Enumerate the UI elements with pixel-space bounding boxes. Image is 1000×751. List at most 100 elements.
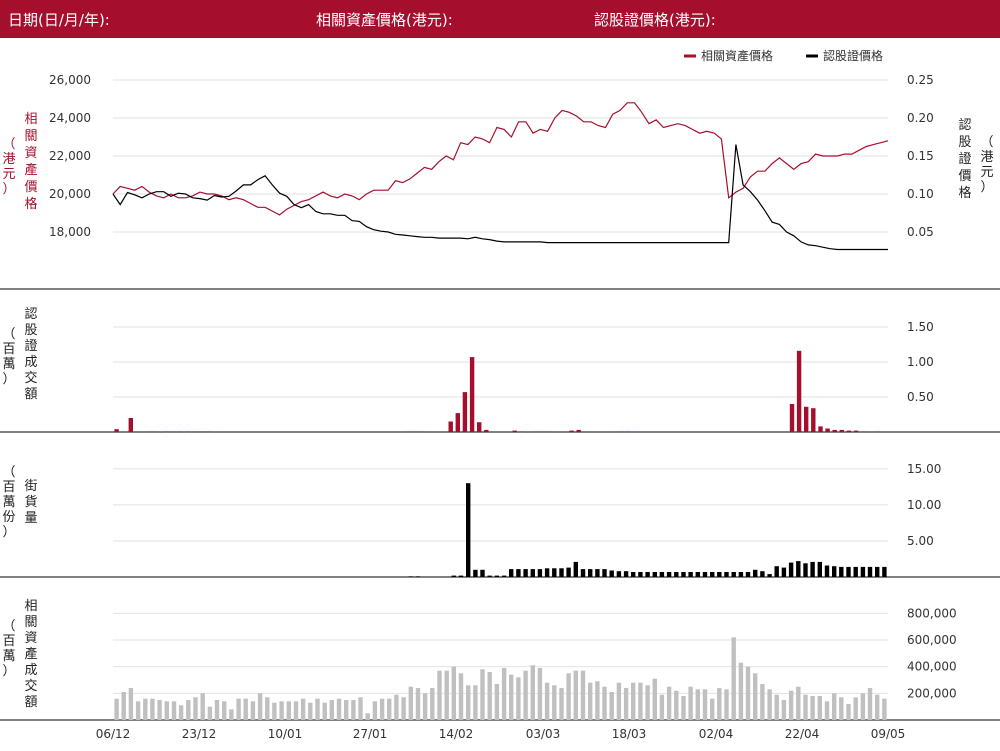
bar <box>279 701 284 720</box>
bar <box>516 677 521 720</box>
bar <box>839 697 844 720</box>
bar <box>236 698 241 720</box>
bar <box>178 705 184 720</box>
bar <box>494 684 500 720</box>
bar <box>616 571 622 577</box>
bar <box>222 701 227 720</box>
bar <box>702 689 708 720</box>
y-tick-label: 1.50 <box>907 320 934 334</box>
bar <box>804 406 809 432</box>
bar <box>681 572 686 577</box>
bar <box>544 682 550 720</box>
bar <box>882 566 887 577</box>
bar <box>796 561 801 577</box>
bar <box>300 698 306 720</box>
y-right-tick-label: 0.15 <box>907 149 934 163</box>
bar <box>344 700 349 720</box>
bar <box>817 696 822 720</box>
bar <box>875 694 880 720</box>
bar <box>602 686 607 720</box>
bar <box>688 572 693 577</box>
bar <box>487 575 492 577</box>
y-tick-label: 800,000 <box>907 606 957 620</box>
bar <box>171 701 177 720</box>
bar <box>631 682 636 720</box>
underlying-price-label: 相關資產價格(港元): <box>316 11 453 29</box>
bar <box>480 569 485 577</box>
y-tick-label: 400,000 <box>907 660 957 674</box>
bar <box>796 686 801 720</box>
y-tick-label: 600,000 <box>907 633 957 647</box>
bar <box>509 674 514 720</box>
bar <box>803 694 808 720</box>
legend-underlying-label: 相關資產價格 <box>701 48 773 63</box>
bar <box>430 688 435 720</box>
bar <box>448 421 453 432</box>
bar <box>523 569 528 577</box>
bar <box>666 572 672 577</box>
bar <box>731 637 736 720</box>
bar <box>437 670 442 720</box>
bar <box>114 429 119 432</box>
bar <box>710 698 715 720</box>
bar <box>462 392 468 432</box>
bar <box>616 682 622 720</box>
warrant-price-line <box>112 144 888 251</box>
bar <box>875 566 880 577</box>
bar <box>548 431 553 433</box>
y-tick-label: 5.00 <box>907 534 934 548</box>
bar <box>738 662 744 720</box>
bar <box>466 685 471 720</box>
bar <box>623 688 629 720</box>
y-axis-unit: （百萬） <box>2 327 15 387</box>
x-tick-label: 22/04 <box>785 727 820 741</box>
bar <box>810 696 815 720</box>
bar <box>128 418 133 432</box>
bar <box>150 698 155 720</box>
bar <box>451 575 456 577</box>
bar <box>336 698 342 720</box>
bar <box>724 572 729 577</box>
bar <box>164 431 169 433</box>
bar <box>745 572 751 577</box>
bar <box>767 574 772 577</box>
bar <box>206 431 212 433</box>
bar <box>767 689 772 720</box>
bar <box>265 697 270 720</box>
y-tick-label: 1.00 <box>907 355 934 369</box>
y-axis-label: 認股證成交額 <box>24 306 37 402</box>
bar <box>717 572 722 577</box>
bar <box>595 569 600 577</box>
bar <box>444 670 449 720</box>
bar <box>638 572 643 577</box>
y-axis-unit: （百萬份） <box>2 465 15 540</box>
bar <box>519 431 524 433</box>
bar <box>413 431 418 433</box>
bar <box>552 685 557 720</box>
bar <box>387 698 392 720</box>
bar <box>781 700 787 720</box>
x-tick-label: 23/12 <box>182 727 217 741</box>
bar <box>415 688 421 720</box>
bar <box>365 713 370 720</box>
bar <box>760 571 765 577</box>
bar <box>796 350 802 432</box>
y-left-tick-label: 22,000 <box>49 149 91 163</box>
bar <box>458 575 464 577</box>
x-tick-label: 03/03 <box>526 727 561 741</box>
bar <box>803 563 808 577</box>
x-tick-label: 27/01 <box>353 727 388 741</box>
bar <box>401 697 406 720</box>
bar <box>458 673 464 720</box>
bar <box>659 694 665 720</box>
bar <box>552 568 557 577</box>
bar <box>645 572 650 577</box>
bar <box>171 431 176 433</box>
bar <box>351 700 356 720</box>
bar <box>573 670 578 720</box>
price-panel: 26,000 24,000 22,000 20,000 18,000 0.25 0.20 0.… <box>2 73 994 251</box>
bar <box>178 431 183 433</box>
bar <box>322 702 327 720</box>
bar <box>293 701 299 720</box>
warrant-price-label: 認股證價格(港元): <box>594 11 716 29</box>
